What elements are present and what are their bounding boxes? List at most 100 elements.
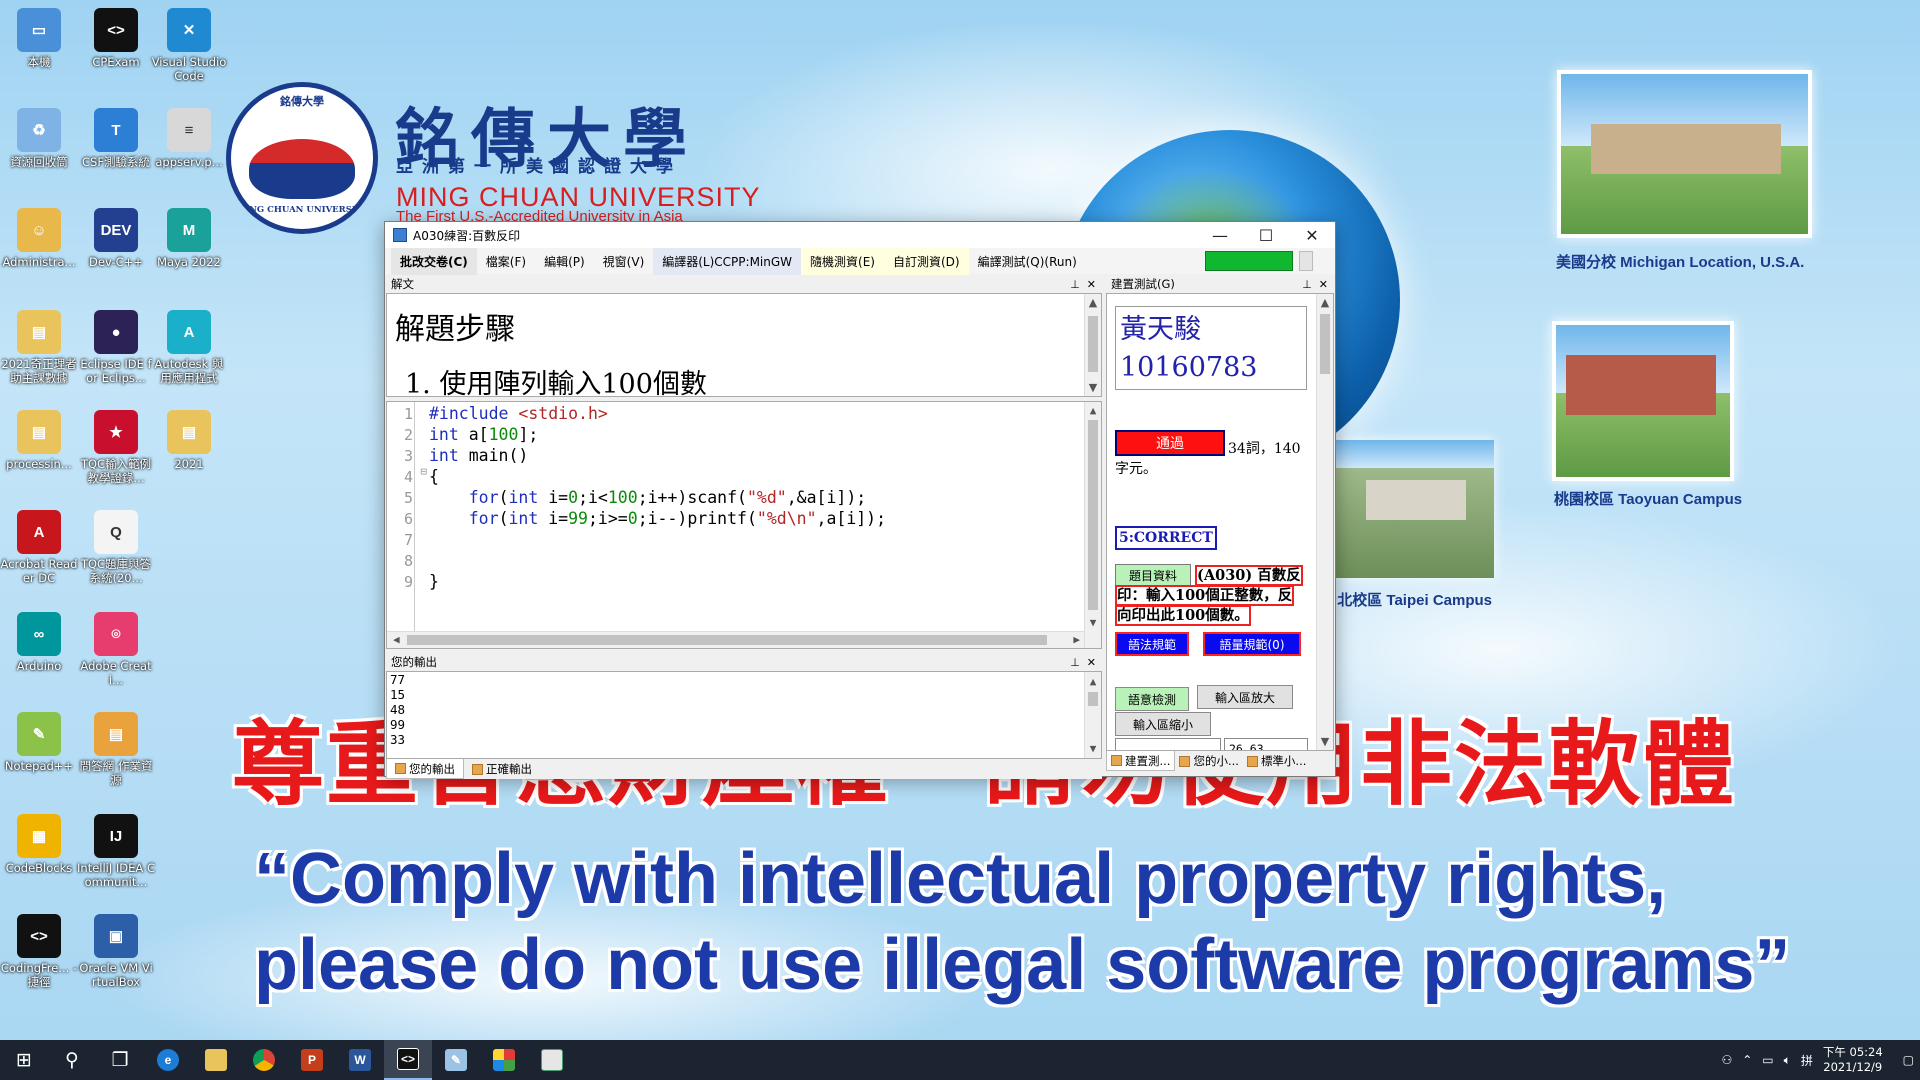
clock[interactable]: 下午 05:24 2021/12/9 bbox=[1823, 1045, 1883, 1075]
file-explorer-icon[interactable] bbox=[192, 1040, 240, 1080]
menu-item-7[interactable]: 編譯測試(Q)(Run) bbox=[969, 248, 1086, 275]
volume-icon[interactable]: 🔈︎ bbox=[1784, 1053, 1791, 1068]
desktop-icon-devcpp[interactable]: DEV Dev-C++ bbox=[77, 208, 155, 269]
desktop-icon-maya[interactable]: M Maya 2022 bbox=[150, 208, 228, 269]
test-panel-scrollbar[interactable]: ▲ ▼ bbox=[1316, 294, 1333, 750]
editor-horizontal-scrollbar[interactable]: ◀ ▶ bbox=[387, 631, 1084, 648]
notification-icon[interactable]: ▢ bbox=[1903, 1053, 1914, 1067]
desktop-icon-notepadpp[interactable]: ✎ Notepad++ bbox=[0, 712, 78, 773]
desktop-icon-tqc-2016[interactable]: Q TQC題庫與答系統(20... bbox=[77, 510, 155, 585]
desktop-icon-autodesk[interactable]: A Autodesk 與用應用程式 bbox=[150, 310, 228, 385]
desktop-icon-label: Administra... bbox=[2, 255, 76, 269]
cpexam-taskbar-icon[interactable]: <> bbox=[384, 1040, 432, 1080]
quota-rule-button[interactable]: 語量規範(0) bbox=[1203, 632, 1301, 656]
problem-pane-title: 解文 bbox=[391, 277, 414, 291]
campus-caption-michigan: 美國分校 Michigan Location, U.S.A. bbox=[1556, 254, 1805, 271]
desktop-icon-virtualbox[interactable]: ▣ Oracle VM VirtualBox bbox=[77, 914, 155, 989]
menu-item-5[interactable]: 隨機測資(E) bbox=[801, 247, 884, 275]
syntax-rule-button[interactable]: 語法規範 bbox=[1115, 632, 1189, 656]
test-tab-1[interactable]: 您的小... bbox=[1175, 751, 1242, 771]
tab-icon bbox=[472, 763, 483, 775]
menu-item-6[interactable]: 自訂測資(D) bbox=[883, 247, 969, 275]
question-desc-line2: 印：輸入100個正整數，反 bbox=[1115, 585, 1295, 606]
desktop-icon-intellij[interactable]: IJ IntelliJ IDEA Communit... bbox=[77, 814, 155, 889]
ime-icon[interactable]: 拼 bbox=[1801, 1052, 1813, 1069]
menu-item-2[interactable]: 編輯(P) bbox=[535, 248, 594, 275]
edge-icon[interactable]: e bbox=[144, 1040, 192, 1080]
problem-scrollbar[interactable]: ▲ ▼ bbox=[1084, 294, 1101, 396]
pane-close-icon[interactable]: ✕ bbox=[1087, 656, 1096, 669]
desktop-icon-folder[interactable]: ▤ 2021 bbox=[150, 410, 228, 471]
window-titlebar[interactable]: A030練習:百數反印 — ☐ ✕ bbox=[385, 222, 1335, 248]
app-window-taskbar-icon[interactable] bbox=[528, 1040, 576, 1080]
output-tab-0[interactable]: 您的輸出 bbox=[386, 759, 464, 779]
folder-icon: ▤ bbox=[94, 712, 138, 756]
desktop-icon-folder[interactable]: ▤ processin... bbox=[0, 410, 78, 471]
desktop-icon-codeblocks[interactable]: ▦ CodeBlocks bbox=[0, 814, 78, 875]
shrink-input-button[interactable]: 輸入區縮小 bbox=[1115, 712, 1211, 736]
pin-icon[interactable]: ⊥ bbox=[1302, 278, 1312, 291]
menu-item-0[interactable]: 批改交卷(C) bbox=[391, 247, 477, 275]
pane-close-icon[interactable]: ✕ bbox=[1319, 278, 1328, 291]
semantic-check-button[interactable]: 語意檢測 bbox=[1115, 687, 1189, 711]
pass-status-button[interactable]: 通過 bbox=[1115, 430, 1225, 456]
pin-icon[interactable]: ⊥ bbox=[1070, 656, 1080, 669]
progress-bar-end bbox=[1299, 251, 1313, 271]
output-tab-1[interactable]: 正確輸出 bbox=[464, 759, 540, 779]
desktop-icon-eclipse[interactable]: ● Eclipse IDE for Eclips... bbox=[77, 310, 155, 385]
desktop-icon-recycle-bin[interactable]: ♻ 資源回收筒 bbox=[0, 108, 78, 169]
output-scrollbar[interactable]: ▲ ▼ bbox=[1084, 672, 1101, 758]
fold-icon[interactable]: ⊟ bbox=[415, 465, 427, 478]
university-seal-logo: 銘傳大學 MING CHUAN UNIVERSITY bbox=[226, 82, 378, 234]
network-icon[interactable]: ▭ bbox=[1762, 1053, 1773, 1067]
char-count-text: 字元。 bbox=[1115, 461, 1157, 477]
chevron-up-icon[interactable]: ⌃ bbox=[1742, 1053, 1752, 1067]
desktop-icon-tqc-flag[interactable]: ★ TQC輸入範例教學證錄... bbox=[77, 410, 155, 485]
exam-app-window: A030練習:百數反印 — ☐ ✕ 批改交卷(C) 檔案(F) 編輯(P) 視窗(V)… bbox=[384, 221, 1336, 779]
minimize-button[interactable]: — bbox=[1197, 222, 1243, 248]
menu-item-3[interactable]: 視窗(V) bbox=[594, 248, 654, 275]
code-editor[interactable]: 1 2 3 4 5 6 7 8 9 ⊟ #include <stdio.h> int a[100… bbox=[386, 401, 1102, 649]
maximize-button[interactable]: ☐ bbox=[1243, 222, 1289, 248]
task-view-icon[interactable]: ❐ bbox=[96, 1040, 144, 1080]
desktop-icon-csf[interactable]: T CSF測驗系統 bbox=[77, 108, 155, 169]
desktop-icon-acrobat[interactable]: A Acrobat Reader DC bbox=[0, 510, 78, 585]
search-icon[interactable]: ⚲ bbox=[48, 1040, 96, 1080]
tqc-flag-icon: ★ bbox=[94, 410, 138, 454]
test-tab-2[interactable]: 標準小... bbox=[1243, 751, 1310, 771]
desktop-icon-pc[interactable]: ▭ 本機 bbox=[0, 8, 78, 69]
desktop-icon-creative-cloud[interactable]: ⌾ Adobe Creati... bbox=[77, 612, 155, 687]
test-tab-0[interactable]: 建置測... bbox=[1106, 751, 1176, 771]
people-icon[interactable]: ⚇ bbox=[1721, 1053, 1732, 1067]
menu-item-4[interactable]: 編譯器(L)CCPP:MinGW bbox=[653, 247, 802, 275]
desktop-icon-folder[interactable]: ▤ 2021奇正理者助主課數據 bbox=[0, 310, 78, 385]
chrome-icon[interactable] bbox=[240, 1040, 288, 1080]
desktop-icon-label: Notepad++ bbox=[4, 759, 74, 773]
pane-close-icon[interactable]: ✕ bbox=[1087, 278, 1096, 291]
desktop-icon-folder[interactable]: ▤ 問答網 作業資源 bbox=[77, 712, 155, 787]
powerpoint-icon[interactable]: P bbox=[288, 1040, 336, 1080]
menu-item-1[interactable]: 檔案(F) bbox=[477, 248, 535, 275]
editor-vertical-scrollbar[interactable]: ▲ ▼ bbox=[1084, 402, 1101, 648]
output-area[interactable]: 77 15 48 99 33 ▲ ▼ bbox=[386, 671, 1102, 759]
desktop-icon-arduino[interactable]: ∞ Arduino bbox=[0, 612, 78, 673]
output-line: 99 bbox=[390, 717, 406, 732]
custom-input-field[interactable] bbox=[1115, 738, 1221, 750]
desktop-icon-vscode[interactable]: ✕ Visual Studio Code bbox=[150, 8, 228, 83]
desktop-icon-user-folder[interactable]: ☺ Administra... bbox=[0, 208, 78, 269]
paint-icon[interactable]: ✎ bbox=[432, 1040, 480, 1080]
codeblocks-taskbar-icon[interactable] bbox=[480, 1040, 528, 1080]
desktop-icon-codingfree[interactable]: <> CodingFre... - 捷徑 bbox=[0, 914, 78, 989]
desktop-icon-cpexam[interactable]: <> CPExam bbox=[77, 8, 155, 69]
solution-step: 1. 使用陣列輸入100個數 bbox=[405, 369, 707, 397]
desktop-icon-label: CodeBlocks bbox=[5, 861, 73, 875]
close-button[interactable]: ✕ bbox=[1289, 222, 1335, 248]
pin-icon[interactable]: ⊥ bbox=[1070, 278, 1080, 291]
start-button[interactable]: ⊞ bbox=[0, 1040, 48, 1080]
test-tab-strip: 建置測... 您的小... 標準小... bbox=[1106, 751, 1334, 771]
desktop-icon-file[interactable]: ≡ appserv.p... bbox=[150, 108, 228, 169]
enlarge-input-button[interactable]: 輸入區放大 bbox=[1197, 685, 1293, 709]
desktop-icon-label: Maya 2022 bbox=[157, 255, 221, 269]
word-icon[interactable]: W bbox=[336, 1040, 384, 1080]
custom-output-field[interactable]: 26 63 bbox=[1224, 738, 1308, 750]
